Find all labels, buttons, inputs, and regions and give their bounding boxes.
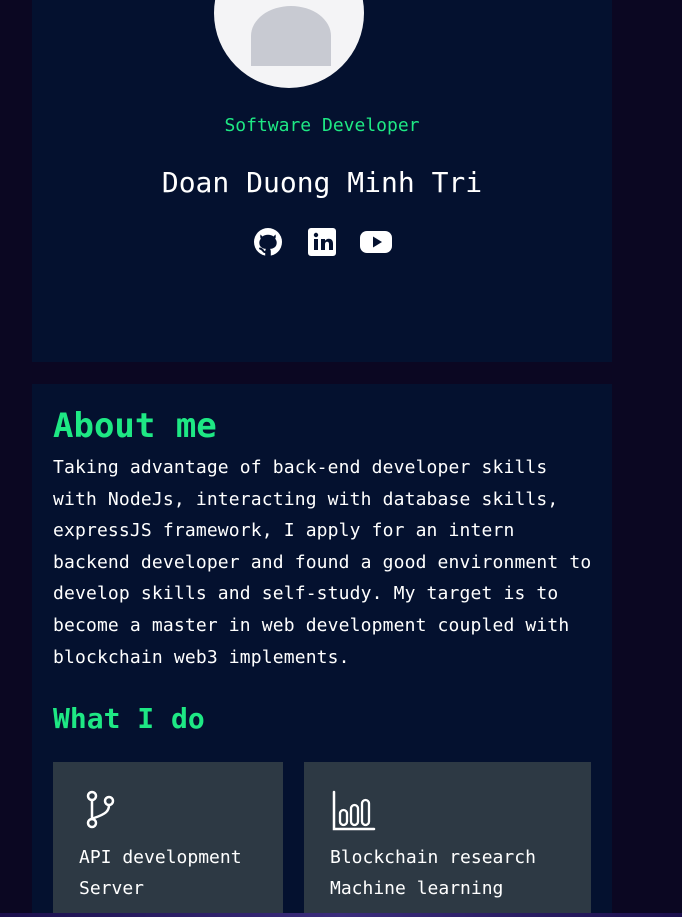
social-links — [32, 226, 612, 258]
services-title: What I do — [53, 702, 205, 735]
service-card-api: API development Server — [53, 762, 283, 917]
youtube-icon — [360, 231, 392, 253]
profile-card: Software Developer Doan Duong Minh Tri — [32, 0, 612, 362]
bottom-edge-strip — [0, 913, 682, 917]
service-item-subtitle: Server — [79, 878, 145, 899]
youtube-link[interactable] — [360, 226, 392, 258]
profile-role: Software Developer — [224, 115, 420, 136]
about-description: Taking advantage of back-end developer s… — [53, 457, 592, 668]
linkedin-link[interactable] — [306, 226, 338, 258]
service-item-title: Blockchain research — [330, 847, 536, 868]
profile-avatar — [214, 0, 364, 88]
service-item-subtitle: Machine learning — [330, 878, 504, 899]
bar-chart-icon — [332, 790, 376, 831]
github-link[interactable] — [252, 226, 284, 258]
avatar-placeholder-image — [251, 6, 331, 66]
about-section: About me Taking advantage of back-end de… — [32, 384, 612, 917]
github-icon — [254, 228, 282, 257]
linkedin-icon — [308, 228, 336, 256]
git-branch-icon — [86, 790, 115, 829]
about-title: About me — [53, 406, 217, 446]
service-item-title: API development — [79, 847, 242, 868]
service-card-blockchain: Blockchain research Machine learning — [304, 762, 591, 917]
portfolio-page: Software Developer Doan Duong Minh Tri A… — [0, 0, 682, 917]
profile-name: Doan Duong Minh Tri — [161, 166, 483, 199]
